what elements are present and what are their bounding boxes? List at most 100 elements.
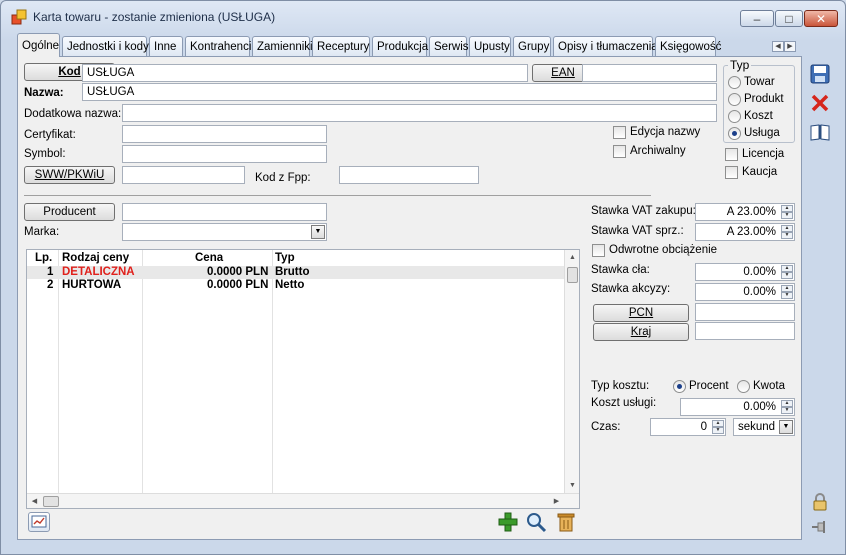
table-row[interactable]: 2 HURTOWA 0.0000 PLN Netto	[27, 279, 567, 292]
search-button[interactable]	[525, 511, 547, 533]
sww-pkwiu-input[interactable]	[122, 166, 245, 184]
scroll-right-icon[interactable]: ▶	[549, 494, 564, 509]
czas-input[interactable]: 0 ▲ ▼	[650, 418, 726, 436]
scroll-thumb[interactable]	[43, 496, 59, 507]
czas-unit-value: sekund	[738, 421, 776, 433]
book-icon	[810, 124, 830, 141]
kaucja-checkbox[interactable]	[725, 166, 738, 179]
tab-upusty[interactable]: Upusty	[469, 36, 511, 57]
czas-spinner[interactable]: ▲ ▼	[712, 420, 724, 434]
vertical-scrollbar[interactable]: ▲ ▼	[564, 250, 579, 493]
spin-up-icon[interactable]: ▲	[781, 265, 793, 272]
spin-up-icon[interactable]: ▲	[712, 420, 724, 427]
spin-down-icon[interactable]: ▼	[781, 407, 793, 414]
sww-pkwiu-button[interactable]: SWW/PKWiU	[24, 166, 115, 184]
spin-down-icon[interactable]: ▼	[781, 212, 793, 219]
dodatkowa-nazwa-input[interactable]	[122, 104, 717, 122]
close-button[interactable]: ✕	[804, 10, 838, 27]
producent-input[interactable]	[122, 203, 327, 221]
odwrotne-obciazenie-checkbox[interactable]	[592, 244, 605, 257]
odwrotne-obciazenie-label: Odwrotne obciążenie	[609, 244, 718, 256]
archiwalny-checkbox[interactable]	[613, 145, 626, 158]
tab-scroll-right[interactable]: ▶	[784, 41, 796, 52]
stawka-cla-spinner[interactable]: ▲ ▼	[781, 265, 793, 279]
spin-up-icon[interactable]: ▲	[781, 225, 793, 232]
maximize-button[interactable]: □	[775, 10, 803, 27]
koszt-uslugi-input[interactable]: 0.00% ▲ ▼	[680, 398, 795, 416]
certyfikat-label: Certyfikat:	[24, 129, 76, 141]
vat-sprz-spinner[interactable]: ▲ ▼	[781, 225, 793, 239]
chart-button[interactable]	[28, 512, 50, 532]
spin-down-icon[interactable]: ▼	[712, 427, 724, 434]
radio-towar[interactable]	[728, 76, 741, 89]
tab-scroll-left[interactable]: ◀	[772, 41, 784, 52]
stawka-akcyzy-spinner[interactable]: ▲ ▼	[781, 285, 793, 299]
add-button[interactable]	[497, 511, 519, 533]
row-cena: 0.0000 PLN	[207, 266, 269, 278]
tab-inne[interactable]: Inne	[149, 36, 183, 57]
vat-sprz-select[interactable]: A 23.00% ▲ ▼	[695, 223, 795, 241]
edycja-nazwy-checkbox[interactable]	[613, 126, 626, 139]
tab-serwis[interactable]: Serwis	[429, 36, 469, 57]
pin-button[interactable]	[809, 516, 831, 538]
vat-zakupu-spinner[interactable]: ▲ ▼	[781, 205, 793, 219]
pcn-button[interactable]: PCN	[593, 304, 689, 322]
tab-produkcja[interactable]: Produkcja	[372, 36, 428, 57]
vat-zakupu-select[interactable]: A 23.00% ▲ ▼	[695, 203, 795, 221]
tab-jednostki-i-kody[interactable]: Jednostki i kody	[62, 36, 149, 57]
lock-button[interactable]	[809, 491, 831, 513]
app-icon	[11, 9, 27, 25]
scroll-down-icon[interactable]: ▼	[565, 478, 580, 493]
radio-kwota[interactable]	[737, 380, 750, 393]
pcn-input[interactable]	[695, 303, 795, 321]
radio-produkt[interactable]	[728, 93, 741, 106]
tab-ksiegowosc[interactable]: Księgowość	[655, 36, 721, 57]
stawka-cla-input[interactable]: 0.00% ▲ ▼	[695, 263, 795, 281]
marka-select[interactable]: ▼	[122, 223, 327, 241]
price-grid[interactable]: Lp. Rodzaj ceny Cena Typ 1 DETALICZNA 0.…	[26, 249, 580, 509]
licencja-checkbox[interactable]	[725, 148, 738, 161]
spin-up-icon[interactable]: ▲	[781, 205, 793, 212]
radio-procent[interactable]	[673, 380, 686, 393]
ean-input[interactable]	[582, 64, 717, 82]
kraj-button[interactable]: Kraj	[593, 323, 689, 341]
minimize-button[interactable]: –	[740, 10, 774, 27]
chevron-down-icon[interactable]: ▼	[779, 420, 793, 434]
scroll-thumb[interactable]	[567, 267, 578, 283]
horizontal-scrollbar[interactable]: ◀ ▶	[27, 493, 579, 508]
spin-down-icon[interactable]: ▼	[781, 232, 793, 239]
symbol-input[interactable]	[122, 145, 327, 163]
radio-usluga[interactable]	[728, 127, 741, 140]
symbol-label: Symbol:	[24, 148, 66, 160]
stawka-akcyzy-input[interactable]: 0.00% ▲ ▼	[695, 283, 795, 301]
czas-unit-select[interactable]: sekund ▼	[733, 418, 795, 436]
spin-up-icon[interactable]: ▲	[781, 285, 793, 292]
spin-down-icon[interactable]: ▼	[781, 292, 793, 299]
header-typ: Typ	[275, 252, 295, 264]
spin-up-icon[interactable]: ▲	[781, 400, 793, 407]
tab-zamienniki[interactable]: Zamienniki	[252, 36, 313, 57]
tab-receptury[interactable]: Receptury	[312, 36, 370, 57]
scroll-up-icon[interactable]: ▲	[565, 250, 580, 265]
tab-opisy-i-tlumaczenia[interactable]: Opisy i tłumaczenia	[553, 36, 658, 57]
producent-button[interactable]: Producent	[24, 203, 115, 221]
table-row[interactable]: 1 DETALICZNA 0.0000 PLN Brutto	[27, 266, 567, 279]
stawka-cla-label: Stawka cła:	[591, 264, 650, 276]
tab-grupy[interactable]: Grupy	[513, 36, 551, 57]
tab-ogolne[interactable]: Ogólne	[17, 33, 60, 57]
chevron-down-icon[interactable]: ▼	[311, 225, 325, 239]
certyfikat-input[interactable]	[122, 125, 327, 143]
cancel-button[interactable]	[809, 92, 831, 114]
book-button[interactable]	[809, 121, 831, 143]
tab-kontrahenci[interactable]: Kontrahenci	[185, 36, 251, 57]
scroll-left-icon[interactable]: ◀	[27, 494, 42, 509]
kraj-input[interactable]	[695, 322, 795, 340]
radio-koszt[interactable]	[728, 110, 741, 123]
koszt-uslugi-spinner[interactable]: ▲ ▼	[781, 400, 793, 414]
save-button[interactable]	[809, 63, 831, 85]
nazwa-input[interactable]: USŁUGA	[82, 83, 717, 101]
delete-button[interactable]	[555, 511, 577, 533]
kod-input[interactable]: USŁUGA	[82, 64, 528, 82]
kod-fpp-input[interactable]	[339, 166, 479, 184]
spin-down-icon[interactable]: ▼	[781, 272, 793, 279]
